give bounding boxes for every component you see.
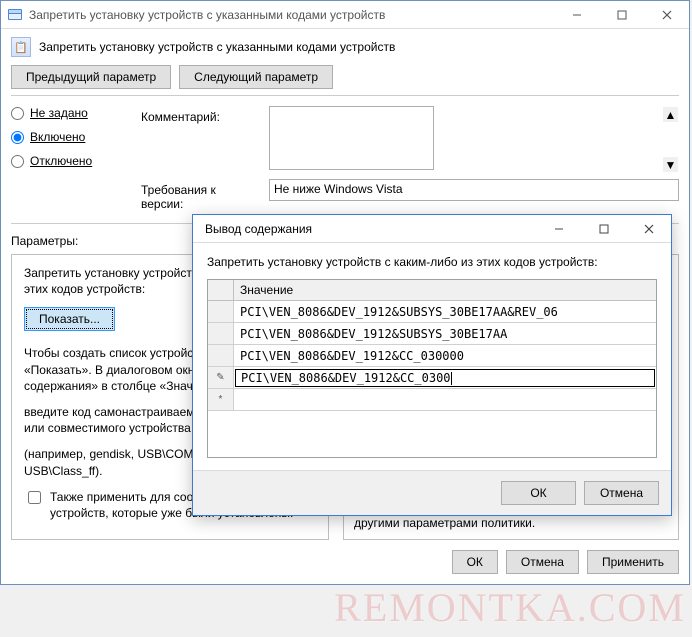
separator xyxy=(11,95,679,96)
grid-row-marker xyxy=(208,323,234,344)
modal-label: Запретить установку устройств с каким-ли… xyxy=(207,255,657,269)
radio-disabled-label[interactable]: Отключено xyxy=(30,154,92,168)
radio-not-configured[interactable] xyxy=(11,107,24,120)
titlebar[interactable]: Запретить установку устройств с указанны… xyxy=(1,1,689,29)
modal-close-button[interactable] xyxy=(626,215,671,242)
grid-row-marker xyxy=(208,301,234,322)
next-setting-button[interactable]: Следующий параметр xyxy=(179,65,333,89)
header-icon: 📋 xyxy=(11,37,31,57)
window-title: Запретить установку устройств с указанны… xyxy=(29,8,554,22)
grid-row-marker: ✎ xyxy=(208,367,234,388)
value-grid[interactable]: Значение PCI\VEN_8086&DEV_1912&SUBSYS_30… xyxy=(207,279,657,458)
modal-maximize-button[interactable] xyxy=(581,215,626,242)
modal-title: Вывод содержания xyxy=(199,222,536,236)
minimize-button[interactable] xyxy=(554,1,599,28)
grid-row[interactable]: PCI\VEN_8086&DEV_1912&CC_030000 xyxy=(208,345,656,367)
radio-not-configured-label[interactable]: Не задано xyxy=(30,106,88,120)
grid-row-header-col xyxy=(208,280,234,300)
grid-cell-value[interactable]: PCI\VEN_8086&DEV_1912&SUBSYS_30BE17AA xyxy=(234,327,656,341)
cancel-button[interactable]: Отмена xyxy=(506,550,579,574)
radio-enabled-label[interactable]: Включено xyxy=(30,130,85,144)
policy-icon xyxy=(7,7,23,23)
state-radio-group: Не задано Включено Отключено xyxy=(11,106,121,217)
prev-setting-button[interactable]: Предыдущий параметр xyxy=(11,65,171,89)
grid-row[interactable]: ✎PCI\VEN_8086&DEV_1912&CC_0300 xyxy=(208,367,656,389)
modal-titlebar[interactable]: Вывод содержания xyxy=(193,215,671,243)
apply-existing-checkbox[interactable] xyxy=(28,491,41,504)
requirements-field[interactable]: Не ниже Windows Vista xyxy=(269,179,679,201)
scroll-up-icon[interactable]: ▲ xyxy=(663,107,678,122)
grid-header: Значение xyxy=(208,280,656,301)
grid-row-marker xyxy=(208,345,234,366)
comment-label: Комментарий: xyxy=(141,106,261,124)
ok-button[interactable]: ОК xyxy=(452,550,498,574)
header-title: Запретить установку устройств с указанны… xyxy=(39,40,395,54)
modal-cancel-button[interactable]: Отмена xyxy=(584,481,659,505)
content-output-dialog: Вывод содержания Запретить установку уст… xyxy=(192,214,672,516)
radio-disabled[interactable] xyxy=(11,155,24,168)
grid-new-row-marker: * xyxy=(208,389,234,410)
grid-cell-value[interactable]: PCI\VEN_8086&DEV_1912&CC_030000 xyxy=(234,349,656,363)
apply-button[interactable]: Применить xyxy=(587,550,679,574)
watermark: REMONTKA.COM xyxy=(334,584,686,631)
grid-row[interactable]: PCI\VEN_8086&DEV_1912&SUBSYS_30BE17AA xyxy=(208,323,656,345)
show-button[interactable]: Показать... xyxy=(24,307,115,331)
grid-cell-value[interactable]: PCI\VEN_8086&DEV_1912&SUBSYS_30BE17AA&RE… xyxy=(234,305,656,319)
modal-minimize-button[interactable] xyxy=(536,215,581,242)
requirements-label: Требования к версии: xyxy=(141,179,261,211)
grid-cell-value[interactable]: PCI\VEN_8086&DEV_1912&CC_0300 xyxy=(235,369,655,387)
grid-new-row[interactable]: * xyxy=(208,389,656,411)
close-button[interactable] xyxy=(644,1,689,28)
grid-empty-space xyxy=(208,411,656,457)
scroll-down-icon[interactable]: ▼ xyxy=(663,157,678,172)
grid-row[interactable]: PCI\VEN_8086&DEV_1912&SUBSYS_30BE17AA&RE… xyxy=(208,301,656,323)
comment-textarea[interactable] xyxy=(269,106,434,170)
modal-ok-button[interactable]: ОК xyxy=(501,481,576,505)
grid-col-header[interactable]: Значение xyxy=(234,280,656,300)
radio-enabled[interactable] xyxy=(11,131,24,144)
maximize-button[interactable] xyxy=(599,1,644,28)
